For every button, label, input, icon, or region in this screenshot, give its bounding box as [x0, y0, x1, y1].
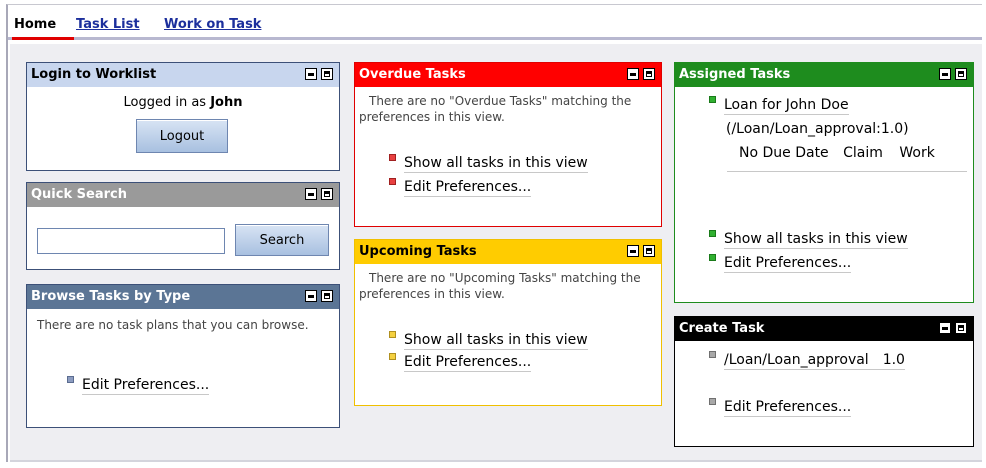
overdue-show-all[interactable]: Show all tasks in this view: [389, 154, 588, 173]
upcoming-panel: Upcoming Tasks There are no "Upcoming Ta…: [354, 239, 662, 406]
login-panel-header: Login to Worklist: [27, 63, 339, 87]
browse-edit-prefs[interactable]: Edit Preferences...: [67, 376, 210, 395]
minimize-icon[interactable]: [939, 322, 951, 334]
tab-home[interactable]: Home: [14, 17, 56, 32]
logout-button[interactable]: Logout: [136, 119, 228, 153]
show-all-link[interactable]: Show all tasks in this view: [404, 155, 588, 173]
upcoming-edit-prefs[interactable]: Edit Preferences...: [389, 353, 532, 372]
maximize-icon[interactable]: [955, 322, 967, 334]
maximize-icon[interactable]: [643, 245, 655, 257]
overdue-panel: Overdue Tasks There are no "Overdue Task…: [354, 62, 662, 227]
create-plan-link[interactable]: /Loan/Loan_approval 1.0: [724, 352, 905, 370]
maximize-icon[interactable]: [321, 68, 333, 80]
assigned-header: Assigned Tasks: [675, 63, 973, 87]
edit-preferences-link[interactable]: Edit Preferences...: [724, 255, 852, 273]
bullet-icon: [709, 254, 716, 261]
login-panel-title: Login to Worklist: [31, 67, 157, 82]
overdue-title: Overdue Tasks: [359, 67, 466, 82]
browse-panel: Browse Tasks by Type There are no task p…: [26, 284, 340, 428]
top-nav: Home Task List Work on Task: [8, 6, 982, 40]
bullet-icon: [709, 230, 716, 237]
minimize-icon[interactable]: [627, 68, 639, 80]
quick-search-title: Quick Search: [31, 187, 127, 202]
search-input[interactable]: [37, 228, 225, 254]
browse-title: Browse Tasks by Type: [31, 289, 191, 304]
edit-preferences-link[interactable]: Edit Preferences...: [404, 354, 532, 372]
bullet-icon: [709, 96, 716, 103]
create-task-title: Create Task: [679, 321, 765, 336]
minimize-icon[interactable]: [305, 68, 317, 80]
maximize-icon[interactable]: [643, 68, 655, 80]
minimize-icon[interactable]: [939, 68, 951, 80]
quick-search-header: Quick Search: [27, 183, 339, 207]
upcoming-message: There are no "Upcoming Tasks" matching t…: [359, 271, 641, 301]
logged-in-user: John: [210, 95, 243, 110]
task-link[interactable]: Loan for John Doe: [724, 97, 849, 115]
bullet-icon: [389, 178, 396, 185]
edit-preferences-link[interactable]: Edit Preferences...: [404, 179, 532, 197]
edit-preferences-link[interactable]: Edit Preferences...: [724, 399, 852, 417]
portal-area: Login to Worklist Logged in as John Logo…: [10, 44, 982, 462]
upcoming-show-all[interactable]: Show all tasks in this view: [389, 331, 588, 350]
overdue-header: Overdue Tasks: [355, 63, 661, 87]
plan-name: /Loan/Loan_approval: [724, 352, 869, 368]
edit-preferences-link[interactable]: Edit Preferences...: [82, 377, 210, 395]
maximize-icon[interactable]: [955, 68, 967, 80]
search-button[interactable]: Search: [235, 224, 329, 256]
upcoming-title: Upcoming Tasks: [359, 244, 477, 259]
work-link[interactable]: Work: [899, 145, 934, 161]
assigned-panel: Assigned Tasks Loan for John Doe (/Loan/…: [674, 62, 974, 303]
create-task-panel: Create Task /Loan/Loan_approval 1.0 Edit …: [674, 316, 974, 447]
divider: [727, 171, 967, 172]
maximize-icon[interactable]: [321, 188, 333, 200]
assigned-edit-prefs[interactable]: Edit Preferences...: [709, 254, 852, 273]
upcoming-header: Upcoming Tasks: [355, 240, 661, 264]
overdue-message: There are no "Overdue Tasks" matching th…: [359, 94, 632, 124]
assigned-task-item[interactable]: Loan for John Doe: [709, 96, 849, 115]
create-edit-prefs[interactable]: Edit Preferences...: [709, 398, 852, 417]
show-all-link[interactable]: Show all tasks in this view: [724, 231, 908, 249]
bullet-icon: [67, 376, 74, 383]
task-actions: No Due Date Claim Work: [739, 145, 935, 161]
maximize-icon[interactable]: [321, 290, 333, 302]
create-task-header: Create Task: [675, 317, 973, 341]
bullet-icon: [389, 331, 396, 338]
assigned-title: Assigned Tasks: [679, 67, 791, 82]
bullet-icon: [389, 154, 396, 161]
browse-header: Browse Tasks by Type: [27, 285, 339, 309]
logged-in-label: Logged in as: [123, 95, 207, 110]
tab-task-list[interactable]: Task List: [76, 17, 140, 32]
show-all-link[interactable]: Show all tasks in this view: [404, 332, 588, 350]
browse-message: There are no task plans that you can bro…: [37, 318, 309, 332]
overdue-edit-prefs[interactable]: Edit Preferences...: [389, 178, 532, 197]
assigned-show-all[interactable]: Show all tasks in this view: [709, 230, 908, 249]
due-date: No Due Date: [739, 145, 829, 161]
login-panel: Login to Worklist Logged in as John Logo…: [26, 62, 340, 171]
create-task-item[interactable]: /Loan/Loan_approval 1.0: [709, 351, 905, 370]
bullet-icon: [709, 351, 716, 358]
minimize-icon[interactable]: [305, 188, 317, 200]
active-tab-indicator: [12, 37, 74, 40]
quick-search-panel: Quick Search Search: [26, 182, 340, 270]
bullet-icon: [389, 353, 396, 360]
task-path: (/Loan/Loan_approval:1.0): [726, 121, 909, 137]
login-status: Logged in as John: [27, 95, 339, 110]
bullet-icon: [709, 398, 716, 405]
claim-link[interactable]: Claim: [843, 145, 883, 161]
plan-version: 1.0: [882, 352, 905, 368]
minimize-icon[interactable]: [305, 290, 317, 302]
minimize-icon[interactable]: [627, 245, 639, 257]
tab-work-on-task[interactable]: Work on Task: [164, 17, 261, 32]
